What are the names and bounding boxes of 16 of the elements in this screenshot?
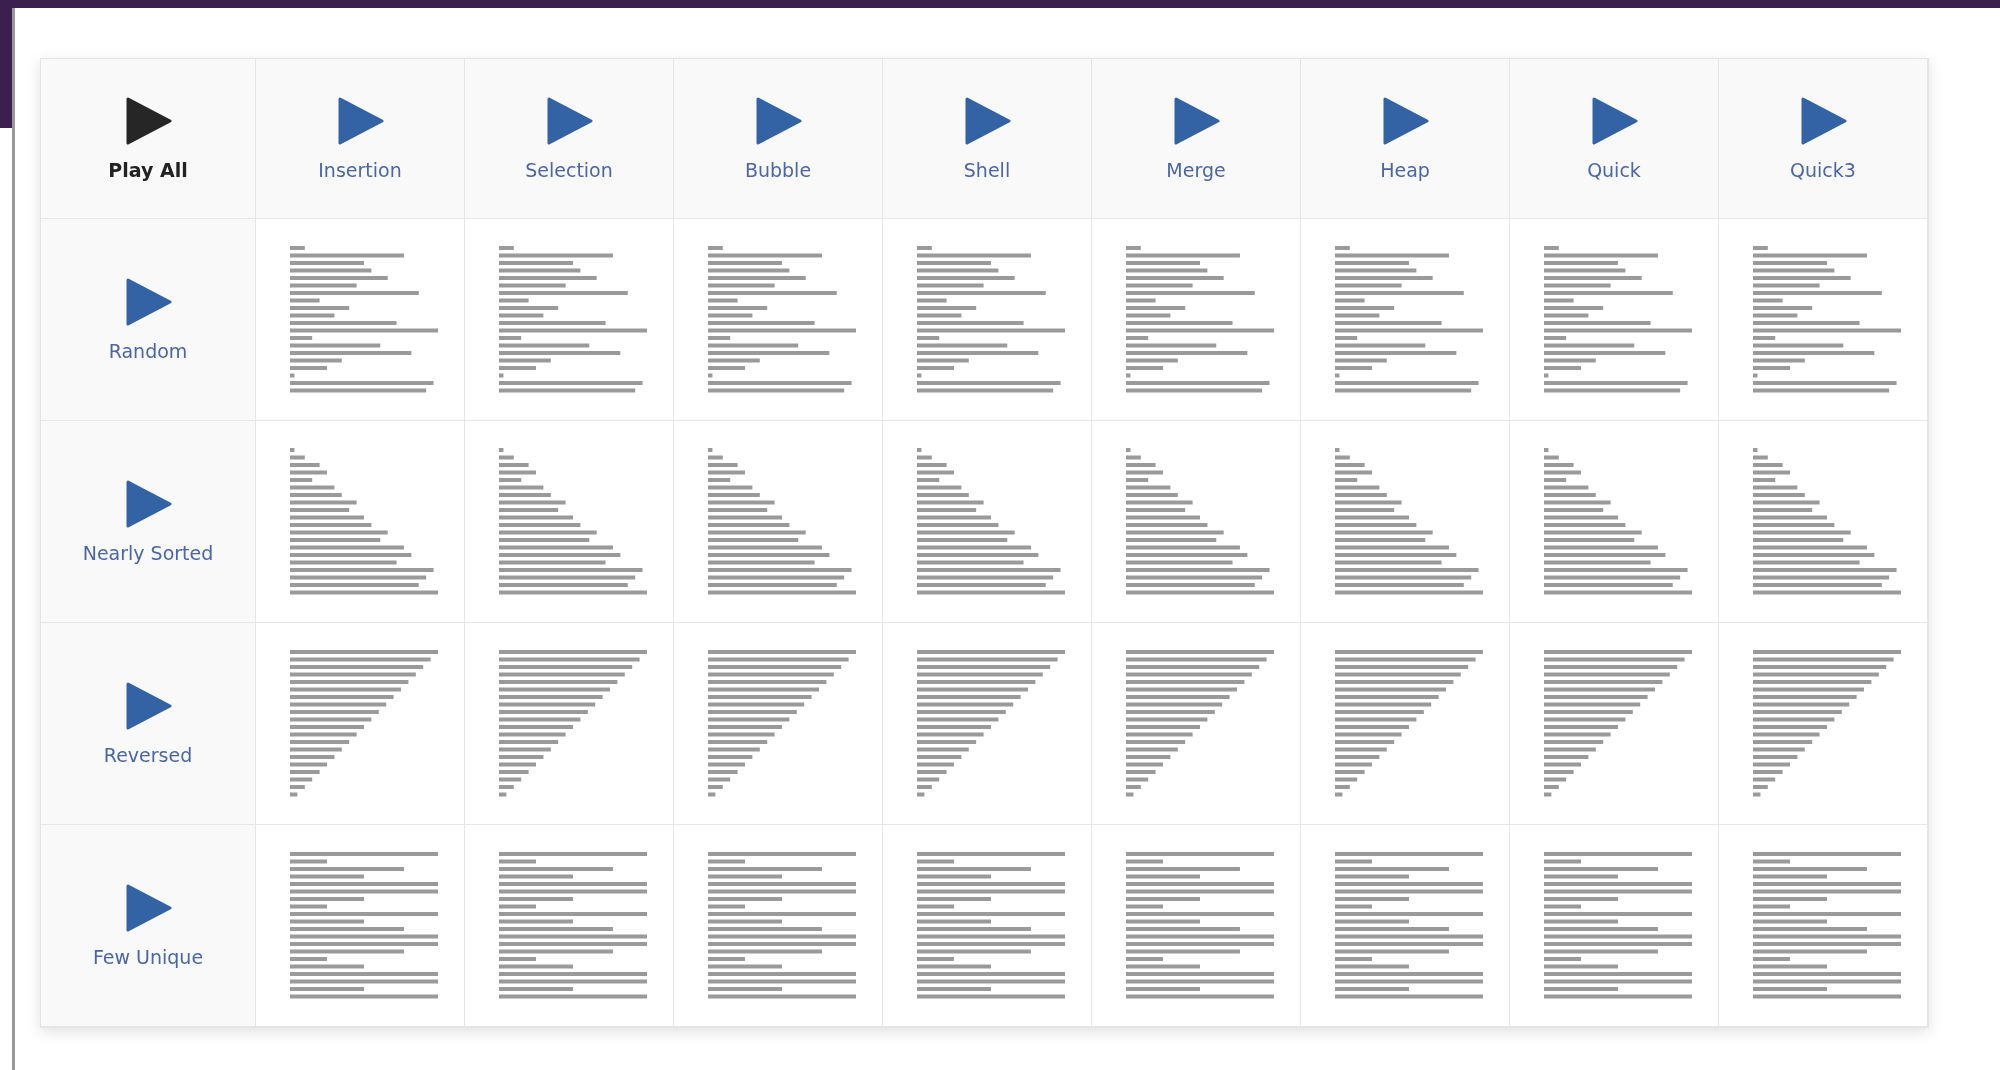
play-icon	[1381, 96, 1429, 145]
play-icon	[124, 681, 172, 730]
play-icon	[963, 96, 1011, 145]
play-icon	[124, 883, 172, 932]
play-icon	[545, 96, 593, 145]
play-icon	[124, 479, 172, 528]
algorithm-play-button[interactable]: Quick	[1579, 92, 1649, 185]
play-icon	[1799, 96, 1847, 145]
play-icon	[124, 96, 172, 145]
play-icon	[754, 96, 802, 145]
algorithm-play-button[interactable]: Heap	[1372, 92, 1438, 185]
play-icon	[336, 96, 384, 145]
play-icon	[124, 277, 172, 326]
play-icon	[1590, 96, 1638, 145]
play-icon	[1172, 96, 1220, 145]
algorithm-play-button[interactable]: Shell	[955, 92, 1019, 185]
